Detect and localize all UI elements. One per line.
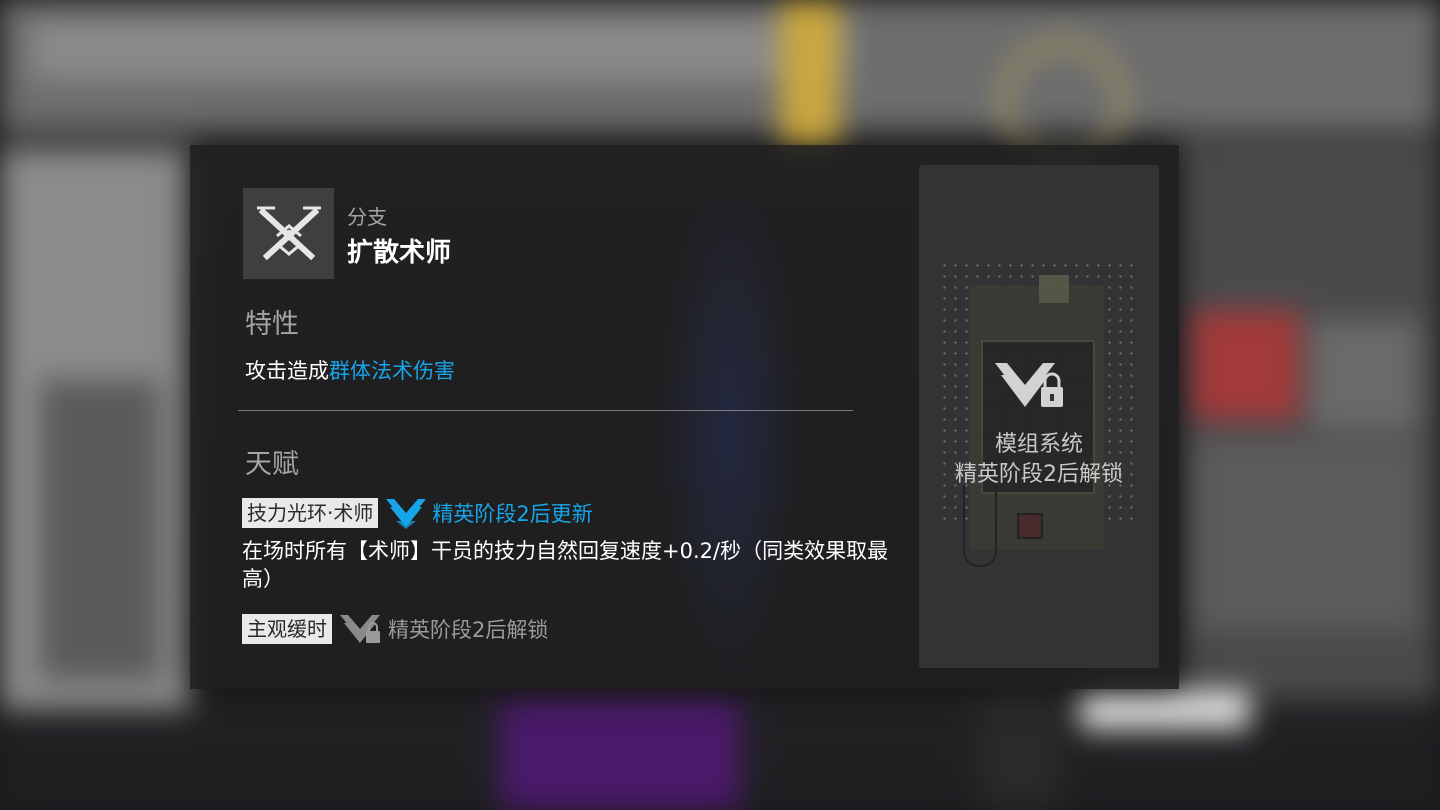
talent-row-1[interactable]: 技力光环·术师 精英阶段2后更新: [242, 497, 593, 529]
branch-label: 分支: [347, 205, 387, 229]
talent-name-tag[interactable]: 主观缓时: [242, 614, 332, 644]
trait-description: 攻击造成群体法术伤害: [245, 355, 455, 385]
talent-row-2[interactable]: 主观缓时 精英阶段2后解锁: [242, 613, 548, 645]
section-divider: [238, 410, 853, 411]
talent-name-tag[interactable]: 技力光环·术师: [242, 498, 379, 528]
talent-title: 天赋: [245, 449, 299, 480]
elite-2-lock-icon: [340, 613, 382, 645]
trait-title: 特性: [245, 309, 299, 340]
elite-2-icon: [386, 497, 427, 529]
module-system-card[interactable]: 模组系统 精英阶段2后解锁: [919, 165, 1159, 668]
module-title: 模组系统: [994, 432, 1083, 457]
trait-text-highlight: 群体法术伤害: [329, 359, 455, 383]
trait-text-prefix: 攻击造成: [245, 359, 329, 383]
talent-description: 在场时所有【术师】干员的技力自然回复速度+0.2/秒（同类效果取最高）: [242, 539, 889, 591]
talent-locked-status: 精英阶段2后解锁: [388, 618, 549, 642]
talent-upgrade-status: 精英阶段2后更新: [432, 502, 593, 526]
module-unlock-condition: 精英阶段2后解锁: [955, 462, 1123, 487]
branch-info-panel: 分支 扩散术师 特性 攻击造成群体法术伤害 天赋 技力光环·术师 精英阶段2后更…: [190, 145, 1179, 689]
module-lock-icon: [995, 357, 1069, 419]
branch-name: 扩散术师: [347, 238, 452, 268]
splash-caster-branch-icon: [243, 188, 334, 279]
operator-silhouette: [660, 175, 800, 685]
